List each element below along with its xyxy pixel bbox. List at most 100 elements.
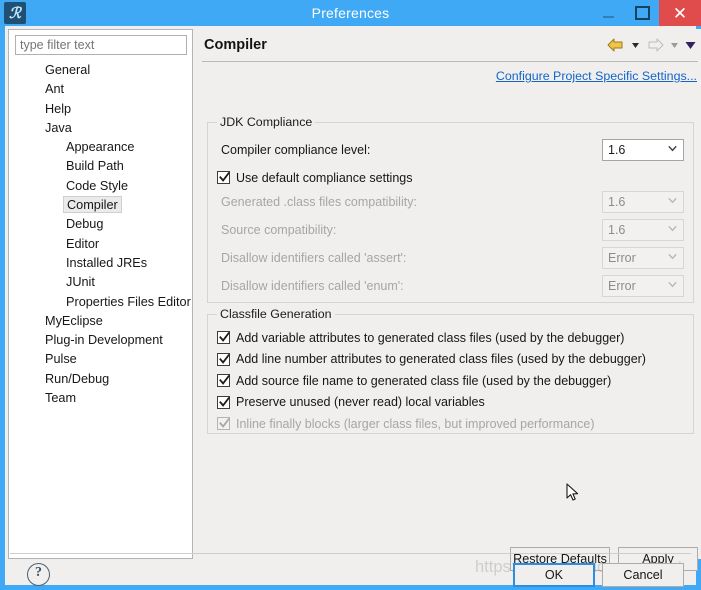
- header-divider: [202, 61, 698, 62]
- cancel-button[interactable]: Cancel: [602, 563, 684, 587]
- dropdown-value: 1.6: [608, 195, 626, 209]
- sidebar-item-label: Code Style: [66, 178, 129, 193]
- row-disallow-identifiers-called-assert: Disallow identifiers called 'assert': Err…: [217, 247, 684, 269]
- row-source-compatibility: Source compatibility: 1.6: [217, 219, 684, 241]
- sidebar-item-label: Team: [45, 391, 77, 406]
- checkbox-inline-finally-blocks-larger-class-files-but-imp: Inline finally blocks (larger class file…: [217, 413, 594, 434]
- sidebar-item-myeclipse[interactable]: MyEclipse: [9, 312, 192, 331]
- classfile-generation-group: Classfile Generation Add variable attrib…: [207, 307, 694, 434]
- sidebar-item-appearance[interactable]: Appearance: [9, 138, 192, 157]
- sidebar-item-plug-in-development[interactable]: Plug-in Development: [9, 331, 192, 350]
- sidebar-item-team[interactable]: Team: [9, 389, 192, 408]
- checkmark-icon: [219, 396, 230, 407]
- dropdown-compiler-compliance-level[interactable]: 1.6: [602, 139, 684, 161]
- dropdown-generated-class-files-compatibility: 1.6: [602, 191, 684, 213]
- jdk-compliance-group: JDK Compliance Compiler compliance level…: [207, 115, 694, 303]
- sidebar-item-debug[interactable]: Debug: [9, 215, 192, 234]
- sidebar-item-code-style[interactable]: Code Style: [9, 177, 192, 196]
- sidebar-item-label: Java: [45, 120, 72, 135]
- close-button[interactable]: ✕: [659, 0, 701, 26]
- sidebar-item-java[interactable]: Java: [9, 119, 192, 138]
- sidebar-item-compiler[interactable]: Compiler: [9, 196, 192, 215]
- checkmark-icon: [219, 331, 230, 342]
- sidebar-item-label: Installed JREs: [66, 255, 148, 270]
- chevron-down-icon: [668, 145, 677, 152]
- sidebar-item-label: Help: [45, 101, 72, 116]
- sidebar-item-label: Plug-in Development: [45, 333, 163, 348]
- row-label: Source compatibility:: [221, 223, 337, 237]
- sidebar-item-label: MyEclipse: [45, 313, 103, 328]
- checkbox-add-source-file-name-to-generated-class-file-use[interactable]: Add source file name to generated class …: [217, 370, 611, 391]
- navigation-toolbar: [606, 36, 697, 54]
- sidebar-item-editor[interactable]: Editor: [9, 235, 192, 254]
- sidebar-item-label: Compiler: [63, 196, 122, 214]
- view-menu-icon[interactable]: [684, 36, 697, 54]
- preference-tree[interactable]: General Ant Help Java Appearance Build Path Co…: [9, 61, 192, 558]
- row-compiler-compliance-level: Compiler compliance level: 1.6: [217, 139, 684, 161]
- sidebar-item-label: Properties Files Editor: [66, 294, 191, 309]
- dropdown-value: Error: [608, 279, 636, 293]
- checkbox-label: Use default compliance settings: [236, 170, 413, 185]
- dropdown-value: 1.6: [608, 143, 626, 157]
- sidebar-item-label: Editor: [66, 236, 100, 251]
- chevron-down-icon: [668, 225, 677, 232]
- content-panel: Compiler Configure Project Specific Sett…: [197, 29, 701, 571]
- chevron-down-icon: [668, 253, 677, 260]
- sidebar-item-help[interactable]: Help: [9, 100, 192, 119]
- chevron-down-icon: [668, 281, 677, 288]
- checkbox-use-default-compliance-settings[interactable]: Use default compliance settings: [217, 167, 412, 188]
- checkbox-box: [217, 395, 230, 409]
- sidebar-item-build-path[interactable]: Build Path: [9, 157, 192, 176]
- maximize-button[interactable]: [625, 0, 659, 26]
- preferences-dialog: ℛ Preferences ✕ General Ant Help Java Appear…: [0, 0, 701, 590]
- row-label: Generated .class files compatibility:: [221, 195, 417, 209]
- ok-button[interactable]: OK: [513, 563, 595, 587]
- help-icon[interactable]: ?: [27, 563, 50, 586]
- checkbox-add-variable-attributes-to-generated-class-files[interactable]: Add variable attributes to generated cla…: [217, 327, 624, 348]
- checkmark-icon: [219, 171, 230, 182]
- checkmark-icon: [219, 417, 230, 428]
- checkmark-icon: [219, 353, 230, 364]
- forward-arrow-icon: [645, 36, 665, 54]
- sidebar-item-properties-files-editor[interactable]: Properties Files Editor: [9, 293, 192, 312]
- sidebar-item-run-debug[interactable]: Run/Debug: [9, 370, 192, 389]
- back-arrow-icon[interactable]: [606, 36, 626, 54]
- checkbox-box: [217, 374, 230, 387]
- sidebar-item-installed-jres[interactable]: Installed JREs: [9, 254, 192, 273]
- sidebar-item-label: Pulse: [45, 352, 77, 367]
- checkbox-preserve-unused-never-read-local-variables[interactable]: Preserve unused (never read) local varia…: [217, 392, 485, 413]
- jdk-compliance-title: JDK Compliance: [217, 115, 316, 129]
- chevron-down-icon: [668, 197, 677, 204]
- checkbox-label: Add line number attributes to generated …: [236, 352, 646, 366]
- close-icon: ✕: [672, 3, 688, 23]
- sidebar-item-junit[interactable]: JUnit: [9, 273, 192, 292]
- sidebar-item-pulse[interactable]: Pulse: [9, 350, 192, 369]
- row-generated-class-files-compatibility: Generated .class files compatibility: 1.6: [217, 191, 684, 213]
- preference-tree-panel: General Ant Help Java Appearance Build Path Co…: [8, 29, 193, 559]
- row-disallow-identifiers-called-enum: Disallow identifiers called 'enum': Error: [217, 275, 684, 297]
- sidebar-item-general[interactable]: General: [9, 61, 192, 80]
- sidebar-item-label: Build Path: [66, 159, 124, 174]
- sidebar-item-label: Run/Debug: [45, 371, 110, 386]
- sidebar-item-label: Debug: [66, 217, 104, 232]
- checkbox-add-line-number-attributes-to-generated-class-fi[interactable]: Add line number attributes to generated …: [217, 349, 646, 370]
- classfile-generation-title: Classfile Generation: [217, 307, 335, 321]
- dropdown-value: 1.6: [608, 223, 626, 237]
- maximize-icon: [634, 6, 650, 20]
- forward-dropdown-icon: [668, 36, 681, 54]
- dropdown-disallow-identifiers-called-enum: Error: [602, 275, 684, 297]
- sidebar-item-label: General: [45, 63, 91, 77]
- dropdown-disallow-identifiers-called-assert: Error: [602, 247, 684, 269]
- sidebar-item-label: Ant: [45, 82, 65, 97]
- configure-project-specific-settings-link[interactable]: Configure Project Specific Settings...: [496, 69, 697, 83]
- sidebar-item-ant[interactable]: Ant: [9, 80, 192, 99]
- sidebar-item-label: JUnit: [66, 275, 95, 290]
- dropdown-value: Error: [608, 251, 636, 265]
- minimize-button[interactable]: [591, 0, 625, 26]
- checkbox-label: Inline finally blocks (larger class file…: [236, 416, 595, 431]
- back-dropdown-icon[interactable]: [629, 36, 642, 54]
- dropdown-source-compatibility: 1.6: [602, 219, 684, 241]
- filter-input[interactable]: [15, 35, 187, 55]
- checkbox-label: Add variable attributes to generated cla…: [236, 330, 625, 345]
- row-label: Disallow identifiers called 'enum':: [221, 279, 404, 293]
